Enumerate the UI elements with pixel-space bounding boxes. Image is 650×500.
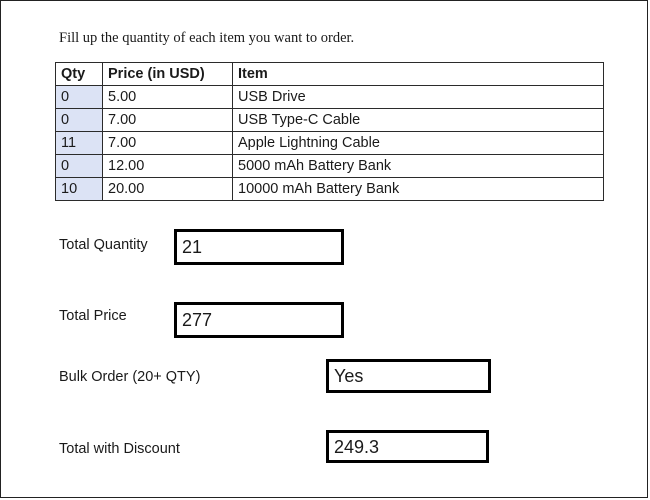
bulk-order-field[interactable]: Yes: [326, 359, 491, 393]
item-cell: USB Type-C Cable: [232, 108, 604, 132]
item-cell: 5000 mAh Battery Bank: [232, 154, 604, 178]
qty-input-cell[interactable]: 0: [55, 108, 103, 132]
table-row: 11 7.00 Apple Lightning Cable: [55, 131, 604, 155]
price-cell: 7.00: [102, 131, 233, 155]
price-cell: 12.00: [102, 154, 233, 178]
total-quantity-value: 21: [182, 237, 203, 257]
price-cell: 20.00: [102, 177, 233, 201]
qty-input-cell[interactable]: 10: [55, 177, 103, 201]
qty-input-cell[interactable]: 0: [55, 154, 103, 178]
order-items-table: Qty Price (in USD) Item 0 5.00 USB Drive…: [55, 62, 604, 201]
total-with-discount-label: Total with Discount: [59, 441, 180, 457]
table-row: 0 5.00 USB Drive: [55, 85, 604, 109]
price-cell: 7.00: [102, 108, 233, 132]
total-price-value: 277: [182, 310, 213, 330]
table-row: 0 12.00 5000 mAh Battery Bank: [55, 154, 604, 178]
column-header-price: Price (in USD): [102, 62, 233, 86]
total-with-discount-value: 249.3: [334, 436, 380, 457]
order-form-page: Fill up the quantity of each item you wa…: [0, 0, 648, 498]
table-header-row: Qty Price (in USD) Item: [55, 62, 604, 86]
total-price-label: Total Price: [59, 308, 127, 324]
column-header-item: Item: [232, 62, 604, 86]
instruction-text: Fill up the quantity of each item you wa…: [59, 30, 355, 46]
table-row: 10 20.00 10000 mAh Battery Bank: [55, 177, 604, 201]
item-cell: USB Drive: [232, 85, 604, 109]
total-quantity-label: Total Quantity: [59, 237, 148, 253]
total-quantity-field[interactable]: 21: [174, 229, 344, 265]
total-price-field[interactable]: 277: [174, 302, 344, 338]
total-with-discount-field[interactable]: 249.3: [326, 430, 489, 463]
table-row: 0 7.00 USB Type-C Cable: [55, 108, 604, 132]
price-cell: 5.00: [102, 85, 233, 109]
item-cell: 10000 mAh Battery Bank: [232, 177, 604, 201]
column-header-qty: Qty: [55, 62, 103, 86]
item-cell: Apple Lightning Cable: [232, 131, 604, 155]
qty-input-cell[interactable]: 11: [55, 131, 103, 155]
bulk-order-value: Yes: [334, 366, 364, 386]
bulk-order-label: Bulk Order (20+ QTY): [59, 369, 201, 385]
qty-input-cell[interactable]: 0: [55, 85, 103, 109]
